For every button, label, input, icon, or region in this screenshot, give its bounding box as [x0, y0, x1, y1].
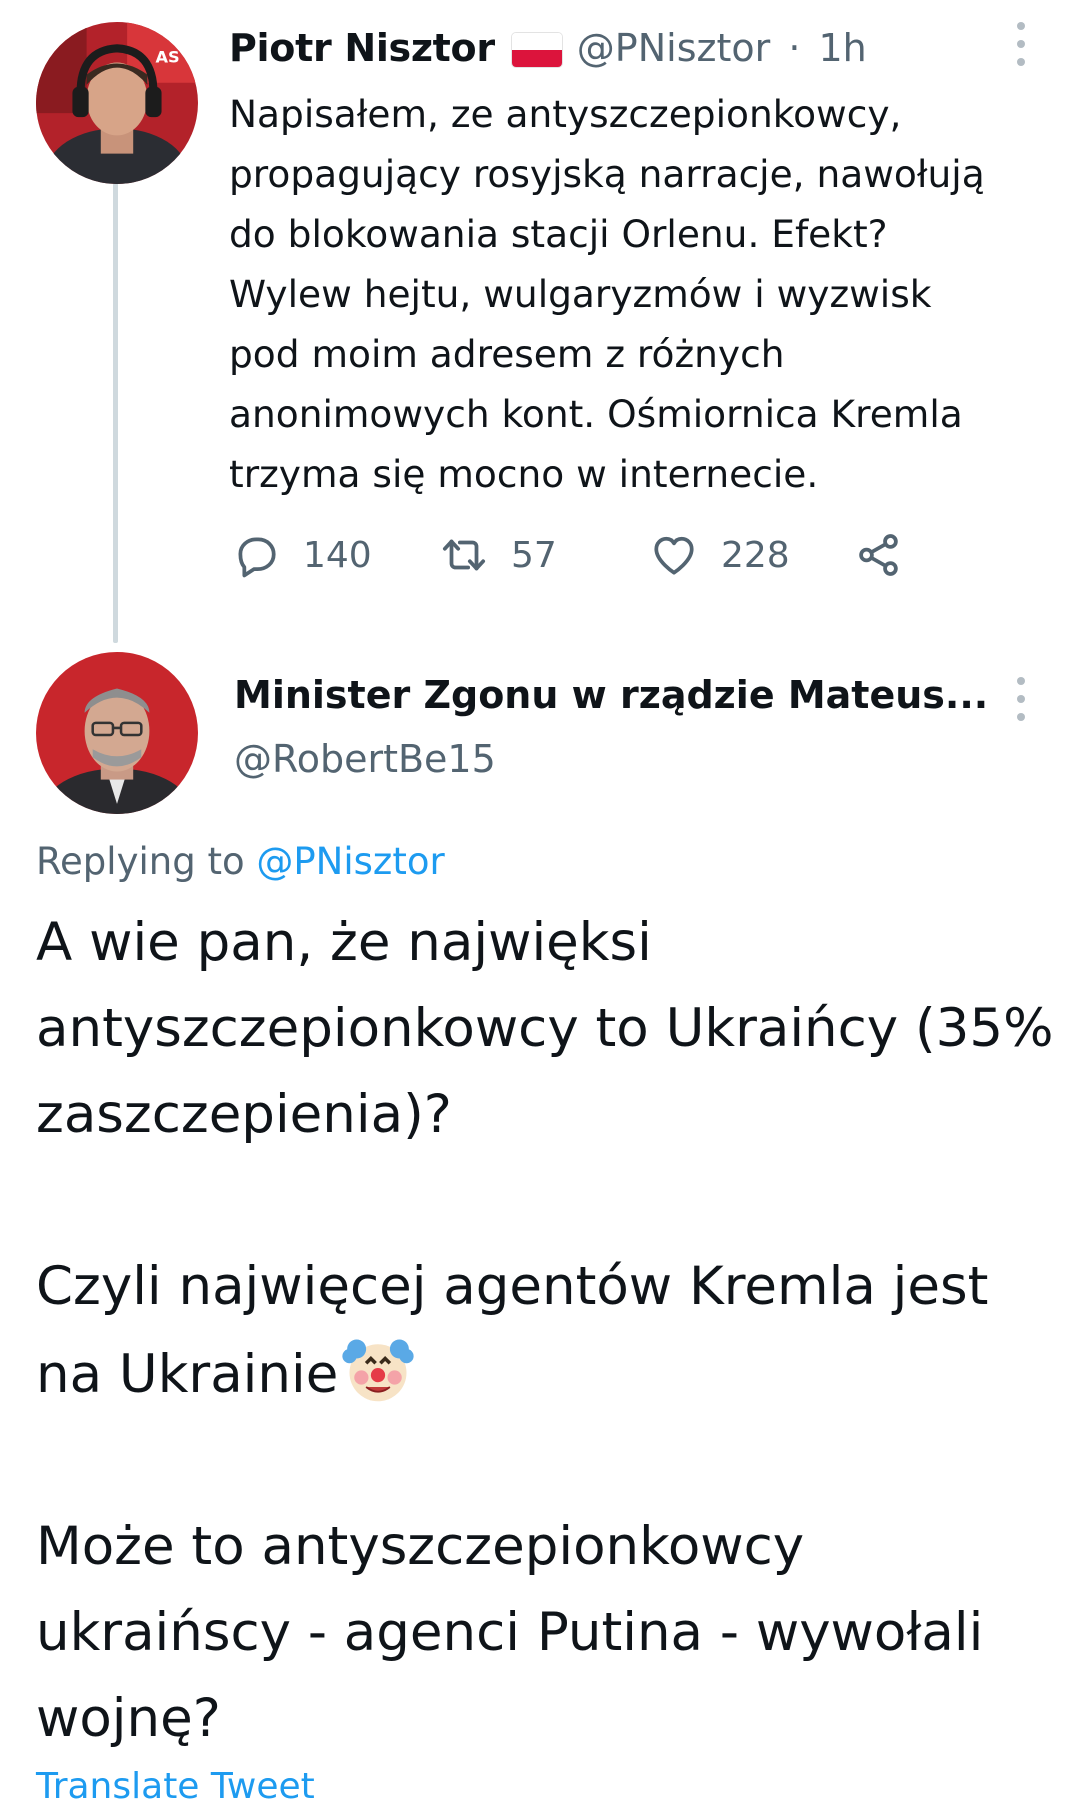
tweet2-handle[interactable]: @RobertBe15 — [234, 737, 496, 781]
heart-icon — [654, 536, 694, 575]
tweet1-display-name[interactable]: Piotr Nisztor — [229, 26, 495, 70]
avatar-image — [36, 652, 198, 814]
share-icon — [859, 534, 898, 576]
reply-count: 140 — [303, 534, 372, 576]
tweet1-actions: 140 57 228 — [231, 525, 904, 585]
translate-tweet-link[interactable]: Translate Tweet — [36, 1766, 315, 1807]
clown-face-icon — [342, 1339, 414, 1402]
replying-to-mention[interactable]: @PNisztor — [256, 840, 444, 883]
like-button[interactable]: 228 — [649, 530, 854, 580]
tweet2-display-name[interactable]: Minister Zgonu w rządzie Mateus... — [234, 673, 994, 717]
thread-connector-line — [113, 183, 118, 643]
tweet1-header: Piotr Nisztor @PNisztor · 1h — [229, 20, 867, 76]
tweet1-time[interactable]: 1h — [819, 26, 867, 70]
tweet-thread: AS Piotr Nisztor @PNisztor · 1h Napisałe… — [0, 0, 1080, 1820]
replying-to-line: Replying to @PNisztor — [36, 840, 445, 883]
avatar-robertbe15[interactable] — [36, 652, 198, 814]
avatar-piotr-nisztor[interactable]: AS — [36, 22, 198, 184]
meta-separator: · — [788, 26, 801, 70]
reply-button[interactable]: 140 — [231, 530, 439, 580]
tweet1-text: Napisałem, ze antyszczepionkowcy, propag… — [229, 92, 985, 496]
replying-to-label: Replying to — [36, 840, 245, 883]
tweet2-paragraph-with-emoji: Czyli najwięcej agentów Kremla jest na U… — [36, 1244, 1056, 1418]
tweet2-paragraph: Może to antyszczepionkowcy ukraińscy - a… — [36, 1516, 984, 1749]
poland-flag-icon — [510, 32, 563, 68]
retweet-icon — [442, 539, 486, 571]
svg-text:AS: AS — [155, 48, 179, 67]
avatar-image: AS — [36, 22, 198, 184]
tweet2-text: A wie pan, że najwięksi antyszczepionkow… — [36, 900, 1056, 1762]
like-count: 228 — [721, 534, 790, 576]
retweet-count: 57 — [511, 534, 557, 576]
retweet-button[interactable]: 57 — [439, 530, 649, 580]
tweet2-paragraph: A wie pan, że najwięksi antyszczepionkow… — [36, 912, 1054, 1145]
reply-icon — [238, 537, 276, 578]
tweet1-handle[interactable]: @PNisztor — [577, 26, 770, 70]
tweet1-meta: @PNisztor · 1h — [577, 26, 867, 70]
tweet2-paragraph: Czyli najwięcej agentów Kremla jest na U… — [36, 1256, 989, 1405]
more-vertical-icon[interactable] — [1011, 677, 1031, 721]
share-button[interactable] — [854, 530, 904, 580]
more-vertical-icon[interactable] — [1011, 22, 1031, 66]
